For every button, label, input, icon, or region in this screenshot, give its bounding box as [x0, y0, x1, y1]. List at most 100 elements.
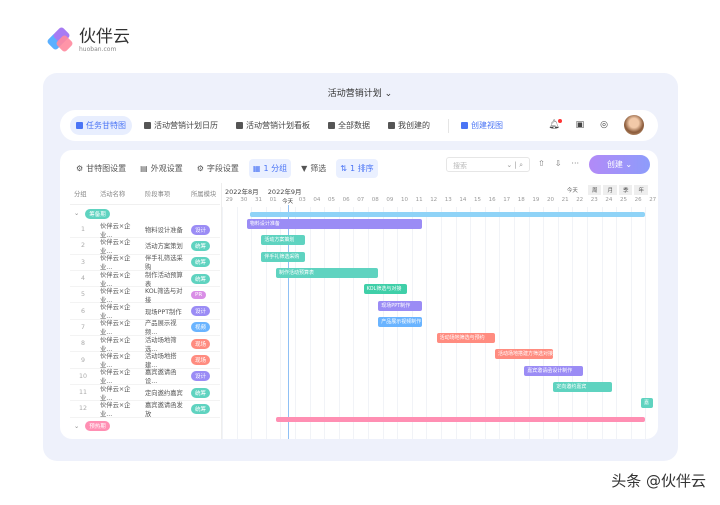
day-gridline [309, 207, 311, 439]
tab-my-created[interactable]: 我创建的 [382, 116, 436, 135]
tab-all-data[interactable]: 全部数据 [322, 116, 376, 135]
activity-name: 伙伴云×企业... [100, 222, 131, 239]
create-button[interactable]: 创建 ⌄ [589, 155, 650, 174]
task-bar[interactable]: 现场PPT制作 [378, 300, 423, 311]
tab-kanban[interactable]: 活动营销计划看板 [230, 116, 316, 135]
module-tag: 统筹 [191, 240, 211, 251]
scale-option[interactable]: 周 [587, 185, 602, 195]
task-bar[interactable]: 制作活动预算表 [276, 267, 379, 278]
bell-icon[interactable]: 🔔︎ [548, 119, 562, 130]
day-gridline [572, 207, 574, 439]
table-row[interactable]: 3 伙伴云×企业... 伴手礼筛选采购 统筹 [70, 255, 220, 271]
table-row[interactable]: 2 伙伴云×企业... 活动方案策划 统筹 [70, 238, 220, 255]
table-row[interactable]: 12 伙伴云×企业... 嘉宾邀请函发放 统筹 [70, 401, 220, 418]
day-label: 12 [430, 197, 438, 203]
table-row[interactable]: 4 伙伴云×企业... 制作活动预算表 统筹 [70, 271, 220, 288]
group-row[interactable]: ⌄ 筹备期 [70, 205, 220, 222]
gear-icon: ⚙ [196, 164, 204, 173]
task-bar[interactable]: 产品展示视频制作 [378, 316, 423, 327]
day-label: 26 [634, 197, 642, 203]
scale-option[interactable]: 年 [634, 185, 648, 195]
group-tag: 预热期 [85, 421, 110, 432]
download-icon[interactable]: ⇩ [555, 159, 562, 168]
activity-name: 伙伴云×企业... [100, 304, 131, 321]
more-icon[interactable]: ··· [571, 159, 579, 168]
row-number: 8 [80, 340, 85, 348]
table-row[interactable]: 11 伙伴云×企业... 定向邀约嘉宾 统筹 [70, 385, 220, 402]
task-bar[interactable]: 物料设计准备 [246, 219, 422, 229]
day-gridline [236, 207, 238, 439]
day-gridline [338, 207, 340, 439]
group-summary-bar[interactable] [249, 212, 646, 217]
activity-name: 伙伴云×企业... [100, 238, 131, 255]
day-label: 31 [254, 197, 262, 203]
task-table: 分组 活动名称 阶段事项 所属模块 ⌄ 筹备期 1 伙伴云×企业... 物料设计准备 设计… [70, 183, 220, 435]
search-icon: ⌄ | ⌕ [506, 161, 523, 169]
tab-calendar[interactable]: 活动营销计划日历 [138, 116, 224, 135]
col-activity: 活动名称 [100, 191, 126, 198]
day-gridline [470, 207, 472, 439]
day-label: 30 [240, 197, 248, 203]
row-number: 7 [80, 323, 85, 331]
briefcase-icon[interactable]: ▣ [576, 120, 585, 130]
page-title[interactable]: 活动营销计划 ⌄ [0, 86, 720, 99]
filter-button[interactable]: ▼ 筛选 [297, 159, 330, 178]
activity-name: 伙伴云×企业... [100, 369, 131, 386]
grid-icon [328, 122, 335, 129]
gantt-settings-button[interactable]: ⚙ 甘特图设置 [72, 159, 130, 178]
day-gridline [441, 207, 442, 439]
group-row[interactable]: ⌄ 预热期 [70, 418, 220, 435]
avatar[interactable] [624, 115, 644, 135]
task-name: KOL筛选与对接 [145, 287, 183, 304]
group-button[interactable]: ▦ 1 分组 [248, 159, 292, 178]
task-bar[interactable]: KOL筛选与对接 [363, 284, 408, 295]
activity-name: 伙伴云×企业... [100, 385, 131, 402]
scale-option[interactable]: 月 [603, 185, 617, 195]
activity-name: 伙伴云×企业... [100, 271, 131, 288]
day-label: 06 [342, 197, 350, 203]
appearance-button[interactable]: ▤ 外观设置 [136, 159, 187, 178]
activity-name: 伙伴云×企业... [100, 320, 131, 337]
task-bar[interactable]: 活动方案策划 [261, 235, 306, 246]
task-bar[interactable]: 活动场地筛选与预约 [436, 333, 495, 344]
kanban-icon [236, 122, 243, 129]
module-tag: PR [191, 290, 207, 299]
create-view-button[interactable]: 创建视图 [455, 116, 509, 135]
today-button[interactable]: 今天 [562, 185, 582, 195]
divider [448, 118, 449, 133]
appearance-icon: ▤ [140, 164, 148, 173]
sort-button[interactable]: ⇅ 1 排序 [336, 159, 378, 178]
row-number: 3 [80, 258, 85, 266]
table-row[interactable]: 7 伙伴云×企业... 产品展示视频... 视频 [70, 320, 220, 336]
scale-option[interactable]: 季 [618, 185, 633, 195]
tab-gantt[interactable]: 任务甘特图 [70, 116, 132, 135]
task-bar[interactable]: 活动场地搭建方筛选对接 [495, 349, 554, 360]
table-row[interactable]: 10 伙伴云×企业... 嘉宾邀请函设... 设计 [70, 369, 220, 385]
day-label: 15 [473, 197, 481, 203]
table-row[interactable]: 9 伙伴云×企业... 活动场地搭建... 现场 [70, 352, 220, 370]
search-input[interactable]: 搜索 ⌄ | ⌕ [446, 157, 530, 172]
table-header: 分组 活动名称 阶段事项 所属模块 [70, 183, 220, 205]
chevron-down-icon[interactable]: ⌄ [74, 423, 79, 430]
module-tag: 统筹 [191, 257, 211, 268]
table-row[interactable]: 6 伙伴云×企业... 现场PPT制作 设计 [70, 303, 220, 321]
table-row[interactable]: 1 伙伴云×企业... 物料设计准备 设计 [70, 222, 220, 239]
sort-icon: ⇅ [340, 164, 347, 173]
upload-icon[interactable]: ⇧ [538, 159, 545, 168]
task-bar[interactable]: 伴手礼筛选采购 [261, 251, 306, 262]
task-bar[interactable]: 嘉宾邀请函设计制作 [524, 365, 583, 376]
task-name: 活动场地搭建... [145, 353, 177, 370]
field-settings-button[interactable]: ⚙ 字段设置 [193, 159, 243, 178]
task-bar[interactable]: 嘉 [641, 398, 653, 409]
task-bar[interactable]: 定向邀约嘉宾 [553, 382, 612, 392]
col-group: 分组 [74, 191, 87, 198]
table-row[interactable]: 8 伙伴云×企业... 活动场地筛选... 现场 [70, 336, 220, 353]
task-name: 伴手礼筛选采购 [145, 255, 183, 272]
compass-icon[interactable]: ◎ [600, 120, 608, 130]
chevron-down-icon[interactable]: ⌄ [74, 210, 79, 217]
row-number: 9 [80, 356, 85, 364]
day-label: 11 [415, 197, 423, 203]
group-summary-bar[interactable] [276, 416, 646, 422]
table-row[interactable]: 5 伙伴云×企业... KOL筛选与对接 PR [70, 287, 220, 304]
plus-icon [461, 122, 468, 129]
